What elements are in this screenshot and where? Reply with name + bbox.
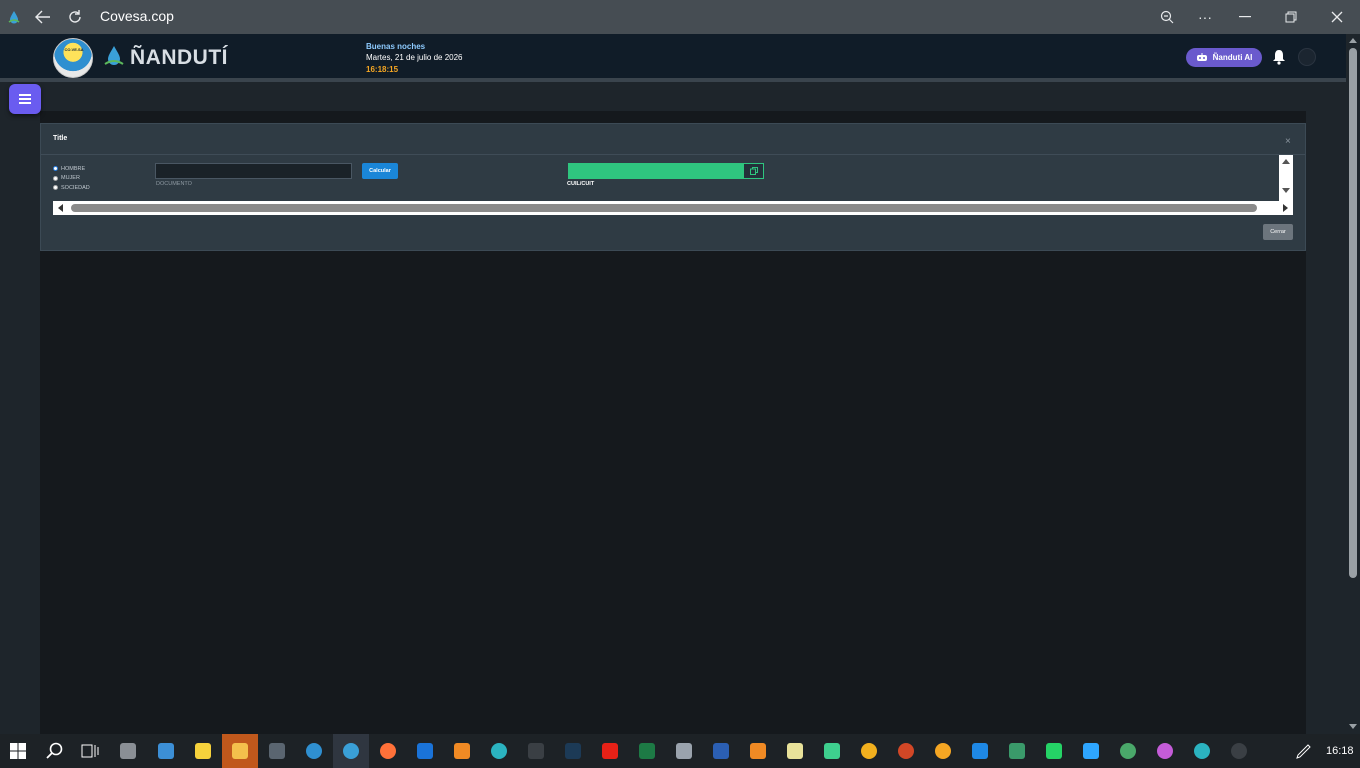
task-view-icon[interactable] [78,739,102,763]
brand-name: ÑANDUTÍ [130,46,228,69]
radio-sociedad[interactable]: SOCIEDAD [53,183,90,193]
calculation-modal: Title × HOMBRE MUJER SOCIEDAD DOCUMENTO … [40,123,1306,251]
nanduti-ai-button[interactable]: Ñanduti AI [1186,48,1262,67]
taskbar-app-icon[interactable] [672,739,696,763]
hamburger-icon [19,98,31,100]
bell-icon[interactable] [1272,49,1286,65]
edge-icon[interactable] [487,739,511,763]
radio-unchecked-icon[interactable] [53,175,58,181]
refresh-icon[interactable] [62,0,88,34]
scroll-down-icon[interactable] [1349,724,1357,729]
radio-unchecked-icon[interactable] [53,185,58,191]
scroll-left-icon[interactable] [58,204,63,212]
whatsapp-icon[interactable] [1042,739,1066,763]
more-icon[interactable]: ··· [1192,0,1218,34]
documento-input[interactable] [155,163,352,179]
windows-taskbar: 16:18 [0,734,1360,768]
robot-icon [1196,53,1207,61]
modal-divider [41,154,1305,155]
taskbar-app-icon[interactable] [561,739,585,763]
powerpoint-icon[interactable] [894,739,918,763]
page-scrollbar[interactable] [1346,34,1360,734]
taskbar-clock[interactable]: 16:18 [1326,745,1354,757]
edge-icon[interactable] [1190,739,1214,763]
word-icon[interactable] [709,739,733,763]
pen-icon[interactable] [1292,739,1316,763]
modal-vertical-scrollbar[interactable] [1279,155,1293,201]
menu-toggle-button[interactable] [9,84,41,114]
vscode-icon[interactable] [968,739,992,763]
firefox-icon[interactable] [376,739,400,763]
radio-label: HOMBRE [61,165,86,172]
documento-label: DOCUMENTO [156,181,192,187]
cerrar-button[interactable]: Cerrar [1263,224,1293,240]
modal-close-icon[interactable]: × [1285,136,1291,147]
calcular-button[interactable]: Calcular [362,163,398,179]
radio-hombre[interactable]: HOMBRE [53,164,90,174]
youtube-icon[interactable] [598,739,622,763]
cuil-label: CUIL/CUIT [567,181,595,187]
page-scrollbar-thumb[interactable] [1349,48,1357,578]
copy-icon[interactable] [743,163,764,179]
excel-icon[interactable] [635,739,659,763]
restore-icon[interactable] [1278,0,1304,34]
chrome-icon[interactable] [1116,739,1140,763]
covesa-logo[interactable]: CO.VE.SA [53,38,93,78]
page-title: Covesa.cop [100,8,174,24]
modal-horizontal-scrollbar[interactable] [53,201,1293,215]
avatar[interactable] [1298,48,1316,66]
calculator-icon[interactable] [265,739,289,763]
outlook-icon[interactable] [413,739,437,763]
taskbar-app-icon[interactable] [524,739,548,763]
taskbar-app-icon[interactable] [820,739,844,763]
windows-icon [10,743,26,759]
nanduti-app-icon[interactable] [302,739,326,763]
radio-label: SOCIEDAD [61,184,90,191]
app-header: CO.VE.SA ÑANDUTÍ [0,34,1346,78]
radio-checked-icon[interactable] [53,166,58,172]
gender-radio-group: HOMBRE MUJER SOCIEDAD [53,164,90,193]
cuil-output-field[interactable] [568,163,743,179]
scroll-down-icon[interactable] [1282,188,1290,193]
scroll-up-icon[interactable] [1349,38,1357,43]
edge-favicon-icon [4,0,24,34]
taskbar-app-icon[interactable] [857,739,881,763]
nanduti-ai-label: Ñanduti AI [1212,53,1253,62]
taskbar-app-icon[interactable] [783,739,807,763]
scroll-up-icon[interactable] [1282,159,1290,164]
search-icon[interactable] [43,739,67,763]
taskbar-app-icon[interactable] [746,739,770,763]
modal-title: Title [53,135,68,142]
file-explorer-icon[interactable] [222,734,258,768]
taskbar-app-icon[interactable] [154,739,178,763]
greeting-text: Buenas noches [366,42,426,51]
date-text: Martes, 21 de julio de 2026 [366,53,463,62]
zoom-icon[interactable] [1154,0,1180,34]
taskbar-app-icon[interactable] [1227,739,1251,763]
taskbar-app-icon[interactable] [116,739,140,763]
taskbar-app-icon[interactable] [931,739,955,763]
radio-label: MUJER [61,175,80,182]
close-icon[interactable] [1324,0,1350,34]
start-button[interactable] [6,739,30,763]
taskbar-app-icon[interactable] [1005,739,1029,763]
minimize-icon[interactable] [1232,0,1258,34]
scrollbar-thumb[interactable] [71,204,1257,212]
taskbar-app-icon[interactable] [1153,739,1177,763]
nanduti-active-icon[interactable] [333,734,369,768]
sticky-notes-icon[interactable] [191,739,215,763]
browser-titlebar: Covesa.cop ··· [0,0,1360,34]
scroll-right-icon[interactable] [1283,204,1288,212]
water-drop-icon [104,46,124,65]
taskbar-app-icon[interactable] [1079,739,1103,763]
radio-mujer[interactable]: MUJER [53,174,90,184]
clock-text: 16:18:15 [366,65,399,74]
taskbar-app-icon[interactable] [450,739,474,763]
back-arrow-icon[interactable] [30,0,56,34]
